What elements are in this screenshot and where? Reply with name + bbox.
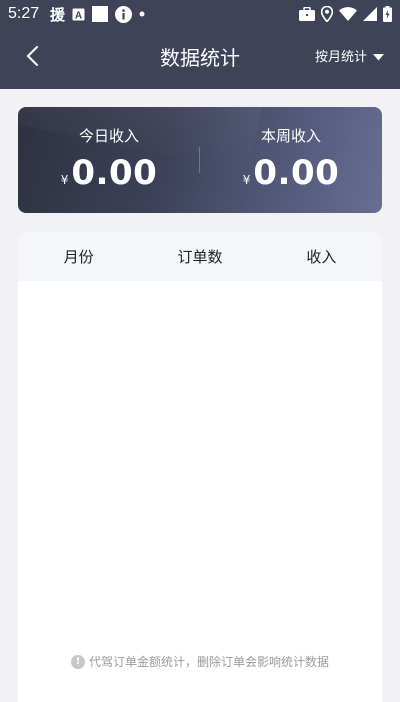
income-summary-card: 今日收入 ¥ 0.00 本周收入 ¥ 0.00	[18, 107, 382, 213]
status-left-icons: 援 A	[50, 5, 145, 24]
back-button[interactable]	[18, 44, 46, 72]
signal-icon	[363, 7, 377, 21]
statistics-note: ! 代驾订单金额统计，删除订单会影响统计数据	[18, 653, 382, 670]
week-income: 本周收入 ¥ 0.00	[200, 107, 382, 213]
caret-down-icon	[373, 48, 384, 68]
square-icon	[92, 6, 109, 22]
currency-symbol: ¥	[242, 173, 251, 187]
status-time: 5:27	[8, 5, 40, 22]
svg-text:A: A	[75, 10, 82, 21]
week-income-value: 0.00	[253, 153, 340, 193]
week-income-amount: ¥ 0.00	[200, 153, 382, 193]
wifi-icon	[339, 7, 357, 21]
chevron-left-icon	[25, 45, 39, 71]
status-right-icons	[299, 5, 392, 23]
font-icon: A	[72, 8, 85, 21]
column-header-order-count: 订单数	[177, 248, 223, 266]
table-body	[18, 281, 382, 641]
today-income-value: 0.00	[71, 153, 158, 193]
column-header-income: 收入	[306, 248, 337, 266]
today-income-amount: ¥ 0.00	[18, 153, 200, 193]
today-income-label: 今日收入	[78, 127, 139, 145]
dot-icon	[139, 11, 145, 17]
table-header: 月份 订单数 收入	[18, 232, 382, 281]
briefcase-icon	[299, 7, 315, 21]
column-header-month: 月份	[63, 248, 94, 266]
app-header: 5:27 援 A 数据统计 按月统计	[0, 0, 400, 89]
info-circle-icon: !	[70, 654, 85, 669]
statistics-table: 月份 订单数 收入 ! 代驾订单金额统计，删除订单会影响统计数据	[18, 232, 382, 702]
page-title: 数据统计	[160, 46, 240, 70]
battery-icon	[383, 6, 392, 22]
currency-symbol: ¥	[60, 173, 69, 187]
statistics-note-text: 代驾订单金额统计，删除订单会影响统计数据	[88, 655, 329, 669]
period-filter-dropdown[interactable]: 按月统计	[315, 48, 384, 68]
today-income: 今日收入 ¥ 0.00	[18, 107, 200, 213]
info-icon	[115, 5, 133, 23]
filter-label: 按月统计	[314, 50, 367, 65]
location-icon	[321, 6, 333, 22]
week-income-label: 本周收入	[260, 127, 321, 145]
status-bar: 5:27 援 A	[0, 0, 400, 28]
app-notification-icon: 援	[50, 5, 66, 24]
navigation-bar: 数据统计 按月统计	[0, 28, 400, 89]
